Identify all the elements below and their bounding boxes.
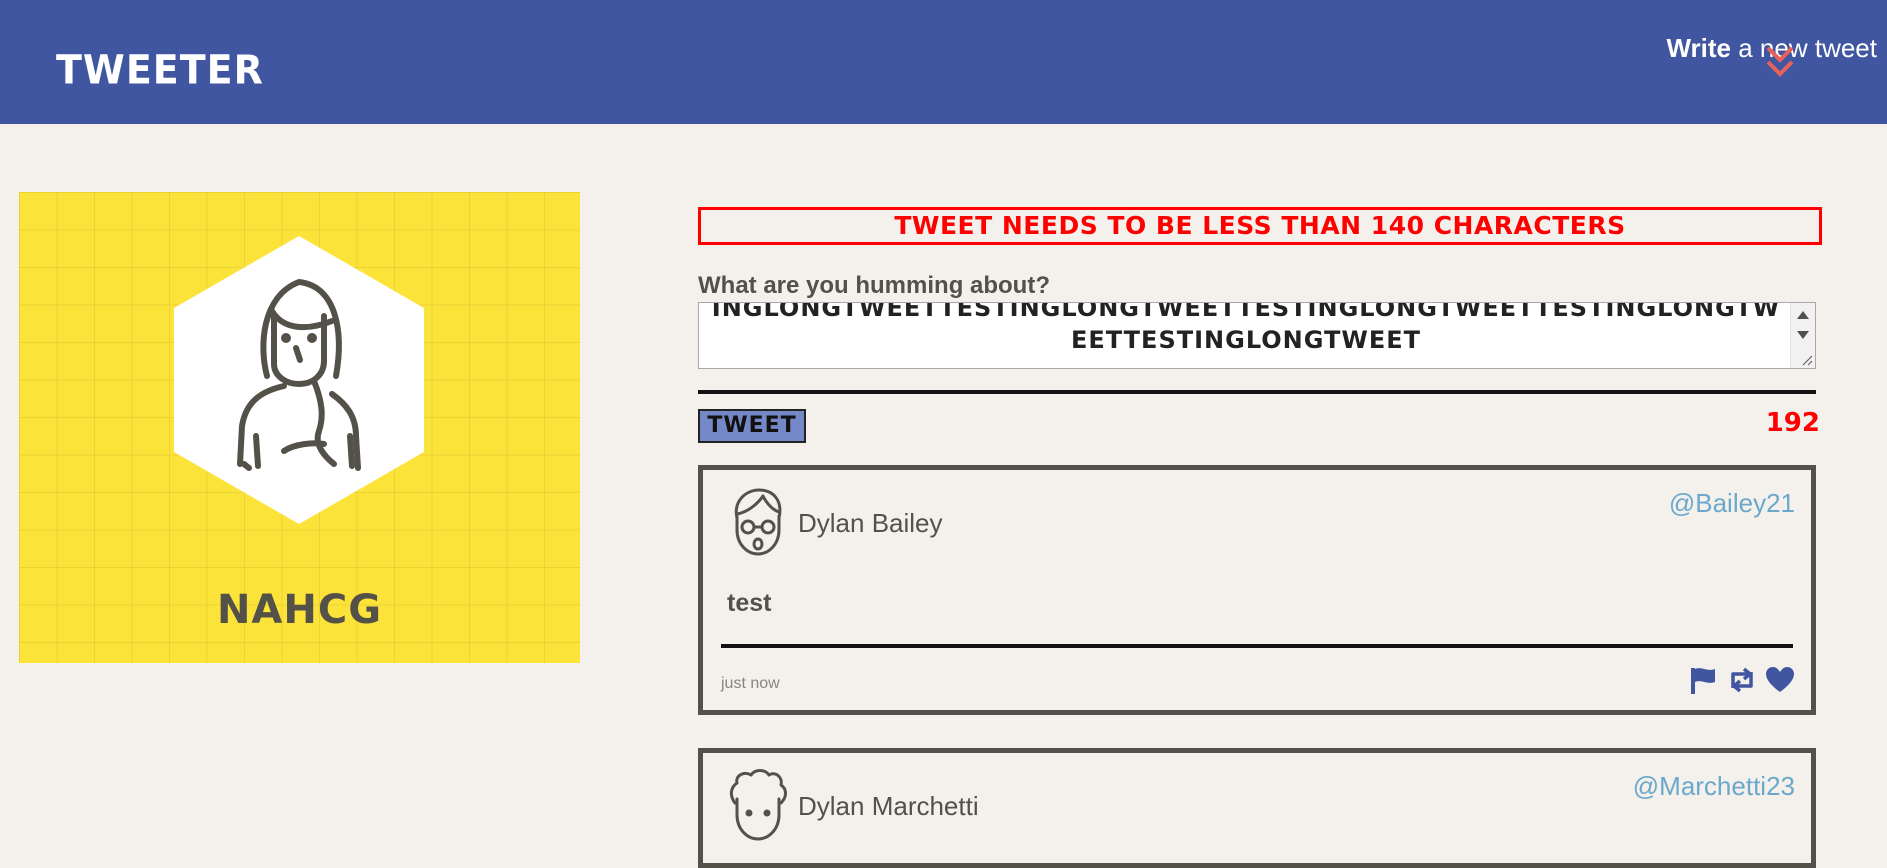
textarea-scrollbar[interactable] — [1790, 303, 1815, 368]
compose-label: What are you humming about? — [698, 272, 1050, 299]
retweet-icon[interactable] — [1727, 666, 1757, 694]
tweet-divider — [721, 644, 1793, 648]
tweet-content: test — [727, 589, 772, 617]
tweet-submit-button[interactable]: TWEET — [698, 409, 806, 443]
user-avatar-icon — [734, 488, 782, 556]
double-chevron-down-icon[interactable] — [1763, 42, 1797, 82]
write-label-strong: Write — [1666, 33, 1732, 63]
heart-icon[interactable] — [1765, 666, 1795, 694]
flag-icon[interactable] — [1689, 666, 1719, 694]
tweet-author-name: Dylan Bailey — [798, 508, 943, 538]
brand-logo[interactable]: TWEETER — [56, 47, 264, 93]
tweet-actions — [1686, 666, 1795, 696]
tweet-textarea-text[interactable]: INGLONGTWEETTESTINGLONGTWEETTESTINGLONGT… — [707, 303, 1785, 356]
write-label-rest: a new tweet — [1731, 33, 1877, 63]
compose-divider — [698, 390, 1816, 394]
tweet-card: Dylan Marchetti @Marchetti23 — [698, 748, 1816, 868]
scroll-up-arrow-icon[interactable] — [1797, 311, 1809, 319]
tweet-author-name: Dylan Marchetti — [798, 791, 979, 821]
profile-handle: NAHCG — [216, 587, 383, 633]
tweet-author-handle: @Marchetti23 — [1632, 771, 1795, 801]
resize-handle-icon[interactable] — [1801, 354, 1813, 366]
tweet-textarea[interactable]: INGLONGTWEETTESTINGLONGTWEETTESTINGLONGT… — [698, 302, 1816, 369]
tweet-author-handle: @Bailey21 — [1668, 488, 1795, 518]
tweet-card: Dylan Bailey @Bailey21 test just now — [698, 465, 1816, 715]
user-avatar-icon — [729, 769, 787, 841]
profile-card: NAHCG — [19, 192, 580, 663]
top-nav: TWEETER Write a new tweet — [0, 0, 1887, 124]
char-counter: 192 — [1765, 408, 1820, 438]
scroll-down-arrow-icon[interactable] — [1797, 331, 1809, 339]
error-message: TWEET NEEDS TO BE LESS THAN 140 CHARACTE… — [698, 207, 1822, 245]
profile-avatar-icon — [174, 236, 424, 524]
tweet-timestamp: just now — [721, 675, 780, 692]
